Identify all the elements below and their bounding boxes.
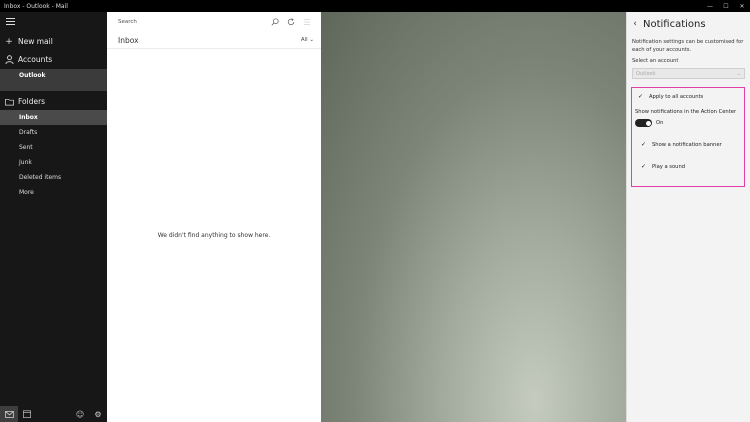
accounts-label: Accounts	[18, 55, 53, 64]
folder-header: Inbox All ⌄	[107, 32, 321, 49]
settings-gear-icon[interactable]: ⚙	[89, 406, 107, 422]
feedback-smiley-icon[interactable]: ☺	[71, 406, 89, 422]
notifications-settings-panel: ‹ Notifications Notification settings ca…	[626, 12, 750, 422]
settings-description: Notification settings can be customised …	[632, 39, 744, 53]
sound-label: Play a sound	[652, 163, 686, 170]
notification-options-highlight: ✓ Apply to all accounts Show notificatio…	[631, 87, 745, 187]
settings-title: Notifications	[643, 18, 706, 30]
toggle-knob	[645, 120, 651, 126]
search-input[interactable]: Search	[112, 19, 267, 25]
toggle-state-label: On	[656, 120, 664, 126]
message-list-pane: Search Inbox All ⌄ We didn't find anythi…	[107, 12, 321, 422]
person-icon	[0, 55, 18, 64]
banner-label: Show a notification banner	[652, 141, 722, 148]
new-mail-label: New mail	[18, 37, 53, 46]
action-center-toggle-row[interactable]: On	[635, 119, 663, 127]
window-controls: — ☐ ✕	[702, 0, 750, 12]
folder-title: Inbox	[118, 35, 139, 45]
navigation-pane: + New mail Accounts Outlook Folders Inbo…	[0, 12, 107, 422]
folders-button[interactable]: Folders	[0, 94, 107, 109]
account-select-value: Outlook	[636, 70, 656, 77]
account-select-label: Select an account	[632, 58, 679, 64]
window-title: Inbox - Outlook - Mail	[4, 2, 68, 10]
sound-checkbox-row[interactable]: ✓ Play a sound	[640, 163, 685, 170]
account-select[interactable]: Outlook ⌄	[632, 68, 745, 79]
folder-item-sent[interactable]: Sent	[0, 140, 107, 155]
filter-dropdown[interactable]: All ⌄	[301, 37, 321, 43]
calendar-icon[interactable]	[18, 406, 36, 422]
hamburger-menu-icon[interactable]	[6, 18, 15, 27]
apply-all-label: Apply to all accounts	[649, 93, 704, 100]
folder-icon	[0, 98, 18, 106]
folder-item-deleted[interactable]: Deleted items	[0, 170, 107, 185]
checkmark-icon[interactable]: ✓	[640, 163, 647, 170]
mail-icon[interactable]	[0, 406, 18, 422]
sync-icon[interactable]	[283, 18, 299, 26]
empty-message: We didn't find anything to show here.	[157, 232, 271, 239]
account-item-outlook[interactable]: Outlook	[0, 69, 107, 91]
minimize-button[interactable]: —	[702, 0, 718, 12]
folders-label: Folders	[18, 97, 46, 106]
checkmark-icon[interactable]: ✓	[640, 141, 647, 148]
folder-item-inbox[interactable]: Inbox	[0, 110, 107, 125]
chevron-down-icon: ⌄	[736, 70, 741, 77]
search-box[interactable]: Search	[112, 15, 315, 29]
action-center-toggle[interactable]	[635, 119, 652, 127]
chevron-down-icon: ⌄	[309, 37, 314, 43]
apply-all-checkbox-row[interactable]: ✓ Apply to all accounts	[637, 93, 703, 100]
nav-bottom-bar: ☺ ⚙	[0, 406, 107, 422]
maximize-button[interactable]: ☐	[718, 0, 734, 12]
banner-checkbox-row[interactable]: ✓ Show a notification banner	[640, 141, 722, 148]
back-arrow-icon[interactable]: ‹	[627, 19, 643, 29]
search-icon[interactable]	[267, 18, 283, 26]
title-bar: Inbox - Outlook - Mail — ☐ ✕	[0, 0, 750, 12]
selection-mode-icon[interactable]	[299, 18, 315, 26]
new-mail-button[interactable]: + New mail	[0, 34, 107, 49]
folder-item-drafts[interactable]: Drafts	[0, 125, 107, 140]
reading-pane-background	[321, 12, 626, 422]
folder-item-more[interactable]: More	[0, 185, 107, 200]
plus-icon: +	[5, 36, 13, 47]
checkmark-icon[interactable]: ✓	[637, 93, 644, 100]
filter-label: All	[300, 37, 308, 43]
settings-header: ‹ Notifications	[627, 16, 750, 32]
accounts-button[interactable]: Accounts	[0, 52, 107, 67]
folder-item-junk[interactable]: Junk	[0, 155, 107, 170]
action-center-label: Show notifications in the Action Center	[635, 109, 737, 115]
close-button[interactable]: ✕	[734, 0, 750, 12]
